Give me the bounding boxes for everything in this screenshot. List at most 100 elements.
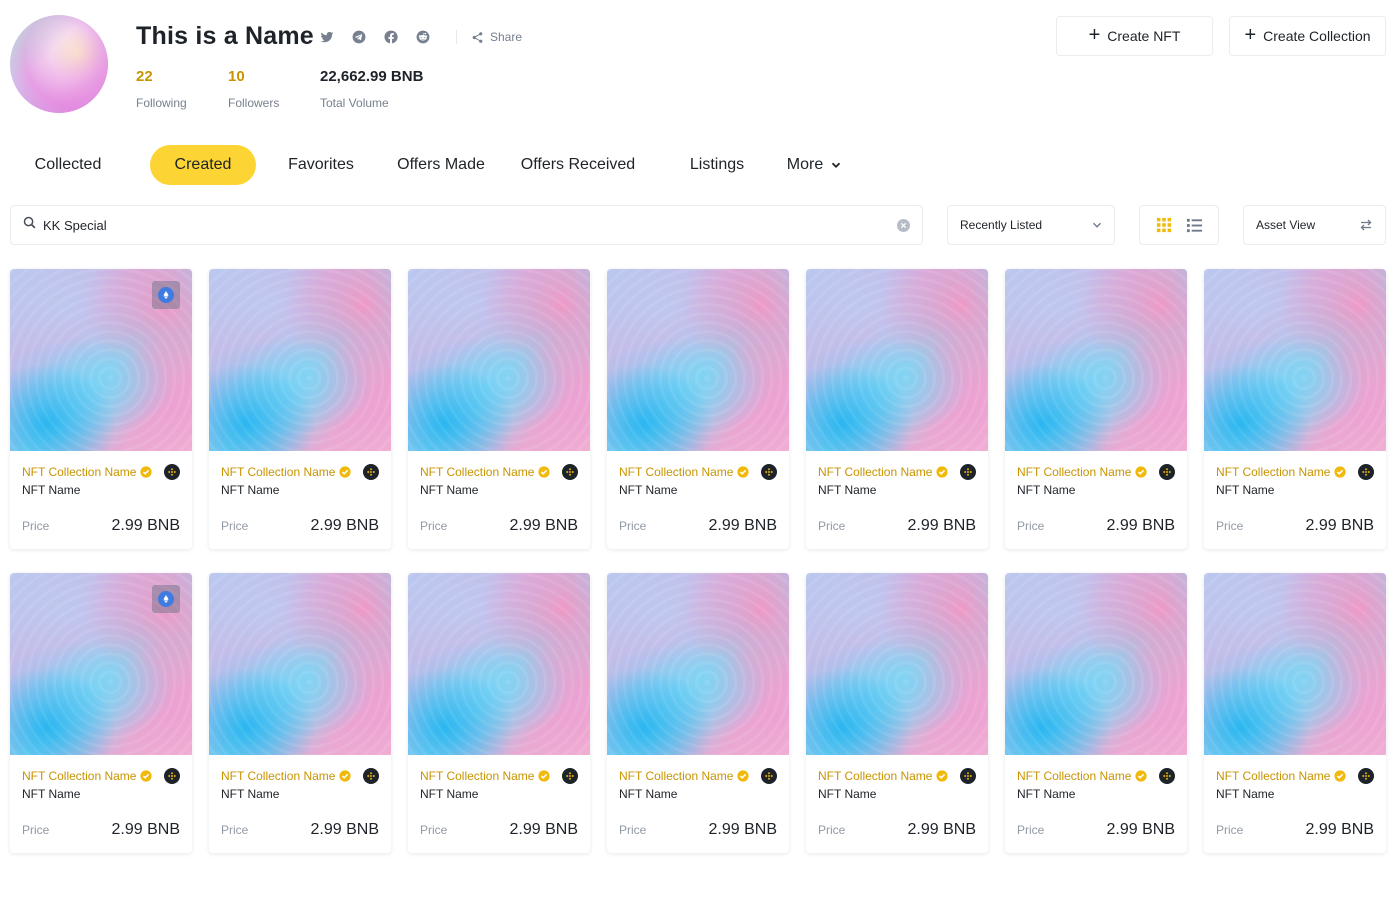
nft-card[interactable]: NFT Collection Name NFT Name Price 2.99 … <box>1204 573 1386 853</box>
plus-icon: + <box>1088 24 1101 46</box>
collection-name[interactable]: NFT Collection Name <box>619 465 733 479</box>
nft-grid: NFT Collection Name NFT Name Price 2.99 … <box>10 269 1386 853</box>
price-label: Price <box>1017 519 1045 533</box>
plus-icon: + <box>1244 24 1257 46</box>
verified-icon <box>140 770 153 782</box>
nft-image[interactable] <box>1204 269 1386 451</box>
tab-label: More <box>786 156 824 173</box>
price-value: 2.99 BNB <box>708 517 777 534</box>
nft-card[interactable]: NFT Collection Name NFT Name Price 2.99 … <box>209 573 391 853</box>
list-view-icon[interactable] <box>1186 216 1204 234</box>
nft-image[interactable] <box>10 269 192 451</box>
nft-card[interactable]: NFT Collection Name NFT Name Price 2.99 … <box>607 573 789 853</box>
bnb-chain-icon <box>164 464 180 480</box>
price-label: Price <box>818 823 846 837</box>
nft-image[interactable] <box>1005 573 1187 755</box>
nft-name: NFT Name <box>22 483 81 497</box>
nft-card[interactable]: NFT Collection Name NFT Name Price 2.99 … <box>607 269 789 549</box>
collection-name[interactable]: NFT Collection Name <box>818 769 932 783</box>
nft-image[interactable] <box>1204 573 1386 755</box>
grid-view-icon[interactable] <box>1155 216 1173 234</box>
verified-icon <box>1334 770 1347 782</box>
nft-image[interactable] <box>408 269 590 451</box>
share-icon <box>472 31 483 43</box>
twitter-icon[interactable] <box>318 28 336 46</box>
nft-image[interactable] <box>607 573 789 755</box>
price-label: Price <box>1017 823 1045 837</box>
nft-card[interactable]: NFT Collection Name NFT Name Price 2.99 … <box>209 269 391 549</box>
nft-image[interactable] <box>806 269 988 451</box>
nft-image[interactable] <box>1005 269 1187 451</box>
nft-card[interactable]: NFT Collection Name NFT Name Price 2.99 … <box>806 269 988 549</box>
tab-offers-received[interactable]: Offers Received <box>508 145 648 185</box>
telegram-icon[interactable] <box>350 28 368 46</box>
nft-image[interactable] <box>10 573 192 755</box>
search-value[interactable]: KK Special <box>43 218 897 233</box>
search-input[interactable]: KK Special <box>10 205 923 245</box>
clear-icon[interactable] <box>897 218 910 232</box>
collection-name[interactable]: NFT Collection Name <box>818 465 932 479</box>
nft-image[interactable] <box>408 573 590 755</box>
collection-name[interactable]: NFT Collection Name <box>221 769 335 783</box>
tab-more[interactable]: More <box>774 145 854 185</box>
nft-name: NFT Name <box>818 787 877 801</box>
nft-name: NFT Name <box>1017 483 1076 497</box>
bnb-chain-icon <box>1358 464 1374 480</box>
bnb-chain-icon <box>761 768 777 784</box>
nft-image[interactable] <box>209 269 391 451</box>
price-value: 2.99 BNB <box>1106 821 1175 838</box>
nft-name: NFT Name <box>818 483 877 497</box>
collection-name[interactable]: NFT Collection Name <box>1216 769 1330 783</box>
nft-card[interactable]: NFT Collection Name NFT Name Price 2.99 … <box>408 573 590 853</box>
bnb-chain-icon <box>562 768 578 784</box>
collection-name[interactable]: NFT Collection Name <box>22 769 136 783</box>
tab-offers-made[interactable]: Offers Made <box>386 145 496 185</box>
collection-name[interactable]: NFT Collection Name <box>420 769 534 783</box>
nft-name: NFT Name <box>420 483 479 497</box>
verified-icon <box>936 466 949 478</box>
price-value: 2.99 BNB <box>907 517 976 534</box>
asset-view-button[interactable]: Asset View <box>1243 205 1386 245</box>
sort-select[interactable]: Recently Listed <box>947 205 1115 245</box>
total-volume-value: 22,662.99 BNB <box>320 68 424 85</box>
share-button[interactable]: Share <box>456 30 522 44</box>
tab-label: Listings <box>689 156 745 173</box>
nft-image[interactable] <box>209 573 391 755</box>
nft-card[interactable]: NFT Collection Name NFT Name Price 2.99 … <box>10 269 192 549</box>
tab-collected[interactable]: Collected <box>10 145 126 185</box>
nft-card[interactable]: NFT Collection Name NFT Name Price 2.99 … <box>806 573 988 853</box>
collection-name[interactable]: NFT Collection Name <box>420 465 534 479</box>
create-nft-button[interactable]: + Create NFT <box>1056 16 1213 56</box>
reddit-icon[interactable] <box>414 28 432 46</box>
tab-listings[interactable]: Listings <box>672 145 762 185</box>
nft-card[interactable]: NFT Collection Name NFT Name Price 2.99 … <box>1005 573 1187 853</box>
social-links: Share <box>318 28 522 46</box>
collection-name[interactable]: NFT Collection Name <box>1216 465 1330 479</box>
following-stat[interactable]: 22 Following <box>136 68 188 110</box>
network-badge <box>152 281 180 309</box>
tab-favorites[interactable]: Favorites <box>268 145 374 185</box>
collection-name[interactable]: NFT Collection Name <box>619 769 733 783</box>
create-collection-label: Create Collection <box>1263 28 1371 44</box>
nft-card[interactable]: NFT Collection Name NFT Name Price 2.99 … <box>408 269 590 549</box>
price-label: Price <box>619 519 647 533</box>
verified-icon <box>936 770 949 782</box>
tab-created[interactable]: Created <box>150 145 256 185</box>
nft-name: NFT Name <box>1216 787 1275 801</box>
collection-name[interactable]: NFT Collection Name <box>221 465 335 479</box>
nft-image[interactable] <box>607 269 789 451</box>
nft-card[interactable]: NFT Collection Name NFT Name Price 2.99 … <box>10 573 192 853</box>
collection-name[interactable]: NFT Collection Name <box>22 465 136 479</box>
facebook-icon[interactable] <box>382 28 400 46</box>
nft-image[interactable] <box>806 573 988 755</box>
collection-name[interactable]: NFT Collection Name <box>1017 465 1131 479</box>
nft-card[interactable]: NFT Collection Name NFT Name Price 2.99 … <box>1005 269 1187 549</box>
bnb-chain-icon <box>363 464 379 480</box>
collection-name[interactable]: NFT Collection Name <box>1017 769 1131 783</box>
nft-card[interactable]: NFT Collection Name NFT Name Price 2.99 … <box>1204 269 1386 549</box>
followers-stat[interactable]: 10 Followers <box>228 68 280 110</box>
price-value: 2.99 BNB <box>509 517 578 534</box>
tab-label: Collected <box>34 156 102 173</box>
price-value: 2.99 BNB <box>310 517 379 534</box>
create-collection-button[interactable]: + Create Collection <box>1229 16 1386 56</box>
